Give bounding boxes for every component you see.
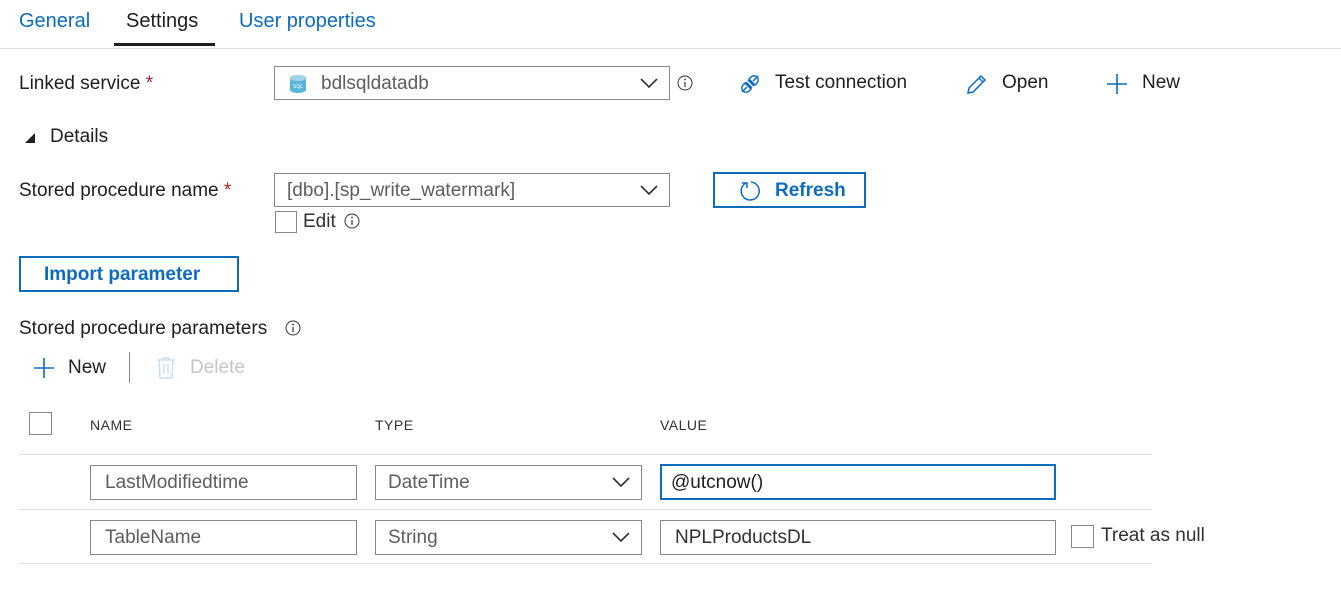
stored-procedure-value: [dbo].[sp_write_watermark] [287,180,516,201]
delete-parameter-label: Delete [190,357,245,378]
sql-database-icon: SQL [290,75,306,93]
stored-procedure-select[interactable]: [dbo].[sp_write_watermark] [274,173,670,207]
parameter-name-text: LastModifiedtime [105,472,249,493]
parameter-value-text: @utcnow() [671,472,764,493]
parameter-name-text: TableName [105,527,202,548]
treat-as-null-checkbox[interactable] [1071,525,1094,548]
parameter-name-field[interactable]: LastModifiedtime [90,465,357,500]
edit-checkbox[interactable] [275,211,297,233]
stored-procedure-label-text: Stored procedure name [19,180,219,201]
trash-icon [157,357,175,379]
edit-label: Edit [303,211,336,232]
parameters-label: Stored procedure parameters [19,318,268,339]
tab-settings[interactable]: Settings [126,10,198,33]
toolbar-divider [129,352,130,383]
parameter-value-field[interactable]: NPLProductsDL [660,520,1056,555]
chevron-down-icon [640,78,658,89]
required-marker: * [223,180,232,201]
import-parameter-label: Import parameter [44,264,201,285]
test-connection-label: Test connection [775,72,908,93]
new-parameter-label: New [68,357,107,378]
details-label: Details [50,126,109,147]
row-divider [19,454,1152,455]
row-divider [19,563,1152,564]
chevron-down-icon [612,532,630,543]
import-parameter-button[interactable]: Import parameter [19,256,239,292]
parameter-value-text: NPLProductsDL [675,527,812,548]
info-icon[interactable] [677,75,693,91]
pencil-icon [967,74,987,94]
parameter-type-text: String [388,527,438,548]
chevron-down-icon [640,185,658,196]
linked-service-select[interactable]: SQL bdlsqldatadb [274,66,670,100]
linked-service-label: Linked service * [19,73,153,95]
info-icon[interactable] [344,213,360,229]
refresh-icon [740,181,760,201]
svg-text:SQL: SQL [293,84,303,90]
row-divider [19,509,1152,510]
plus-icon [34,358,54,378]
plus-icon [1107,74,1127,94]
parameter-type-select[interactable]: String [375,520,642,555]
stored-procedure-label: Stored procedure name * [19,180,231,202]
plug-icon [741,75,759,93]
active-tab-indicator [114,43,215,46]
refresh-label: Refresh [775,180,846,201]
open-label: Open [1002,72,1049,93]
required-marker: * [145,73,154,94]
new-label: New [1142,72,1181,93]
caret-down-icon [25,133,35,143]
select-all-checkbox[interactable] [29,412,52,435]
linked-service-label-text: Linked service [19,73,141,94]
tab-user-properties[interactable]: User properties [239,10,376,33]
parameter-name-field[interactable]: TableName [90,520,357,555]
tab-general[interactable]: General [19,10,90,33]
parameter-value-field[interactable]: @utcnow() [660,464,1056,500]
refresh-button[interactable]: Refresh [713,172,866,208]
treat-as-null-label: Treat as null [1101,525,1205,546]
column-header-name: NAME [90,417,133,433]
column-header-value: VALUE [660,417,708,433]
tabs-divider [0,48,1341,49]
linked-service-value: bdlsqldatadb [321,73,429,94]
parameter-type-select[interactable]: DateTime [375,465,642,500]
column-header-type: TYPE [375,417,414,433]
chevron-down-icon [612,477,630,488]
parameter-type-text: DateTime [388,472,470,493]
info-icon[interactable] [285,320,301,336]
